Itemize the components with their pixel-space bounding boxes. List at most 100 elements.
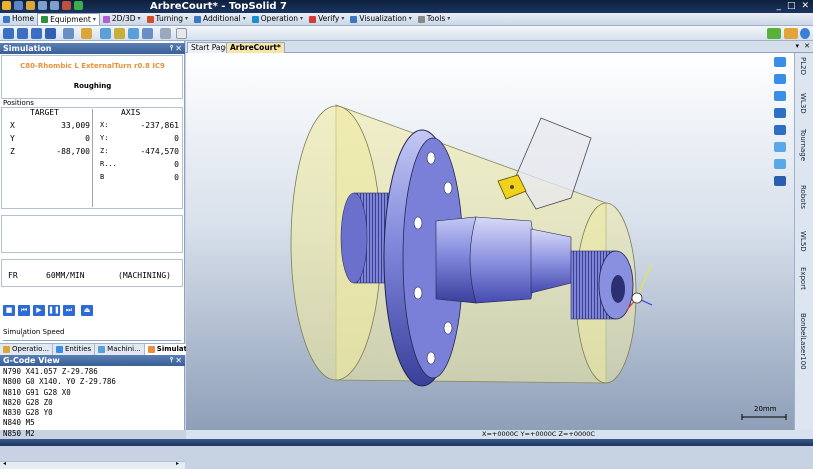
print-icon[interactable] bbox=[62, 1, 71, 10]
close-icon[interactable]: ✕ bbox=[175, 43, 182, 54]
play-button[interactable]: ▶ bbox=[33, 305, 45, 316]
panel-tabs: Operatio... Entities Machini... Simulat... bbox=[0, 343, 199, 355]
target-axis-label: Z bbox=[10, 147, 15, 156]
close-button[interactable]: ✕ bbox=[801, 0, 809, 13]
eject-button[interactable]: ⏏ bbox=[81, 305, 93, 316]
dropdown-icon[interactable]: ▾ bbox=[243, 13, 246, 25]
panel-tab-label: Operatio... bbox=[12, 345, 49, 353]
right-tab-wl3d[interactable]: WL3D bbox=[799, 93, 807, 114]
tab-icon bbox=[417, 15, 425, 23]
help-icon[interactable] bbox=[800, 28, 810, 39]
refresh-icon[interactable] bbox=[74, 1, 83, 10]
tab-2d-3d[interactable]: 2D/3D ▾ bbox=[100, 13, 144, 25]
tool-icon[interactable] bbox=[100, 28, 111, 39]
tool-icon[interactable] bbox=[114, 28, 125, 39]
tool-icon[interactable] bbox=[142, 28, 153, 39]
tab-home[interactable]: Home bbox=[0, 13, 37, 25]
dropdown-icon[interactable]: ▾ bbox=[300, 13, 303, 25]
tool-name: C80-Rhombic L ExternalTurn r0.8 IC9 bbox=[20, 62, 165, 70]
pan-icon[interactable] bbox=[774, 57, 786, 67]
title-bar: ArbreCourt* - TopSolid 7 _ □ ✕ bbox=[0, 0, 813, 13]
dropdown-icon[interactable]: ▾ bbox=[409, 13, 412, 25]
tab-label: Turning bbox=[155, 14, 184, 23]
tab-dropdown-icon[interactable]: ▾ bbox=[795, 42, 799, 50]
dropdown-icon[interactable]: ▾ bbox=[447, 13, 450, 25]
panel-tab-entities[interactable]: Entities bbox=[53, 344, 96, 355]
tab-label: Visualization bbox=[359, 14, 407, 23]
save-icon[interactable] bbox=[14, 1, 23, 10]
tool-icon[interactable] bbox=[3, 28, 14, 39]
right-tab-tournage[interactable]: Tournage bbox=[799, 129, 807, 161]
scroll-left-icon[interactable]: ◂ bbox=[3, 460, 6, 467]
zoom-out-icon[interactable] bbox=[774, 159, 786, 169]
tab-verify[interactable]: Verify ▾ bbox=[306, 13, 347, 25]
gcode-line: N840 M5 bbox=[3, 418, 35, 428]
os-taskbar bbox=[0, 439, 813, 446]
rewind-button[interactable]: ⏮ bbox=[18, 305, 30, 316]
tab-equipment[interactable]: Equipment ▾ bbox=[37, 13, 100, 25]
tool-icon[interactable] bbox=[17, 28, 28, 39]
tool-icon[interactable] bbox=[81, 28, 92, 39]
panel-tab-machini[interactable]: Machini... bbox=[95, 344, 145, 355]
tab-turning[interactable]: Turning ▾ bbox=[144, 13, 192, 25]
dropdown-icon[interactable]: ▾ bbox=[93, 14, 96, 26]
pin-icon[interactable]: ⫯ bbox=[170, 43, 173, 54]
tab-label: Start Page bbox=[191, 43, 230, 52]
right-tab-wl5d[interactable]: WL5D bbox=[799, 231, 807, 252]
settings-icon[interactable] bbox=[784, 28, 798, 39]
ribbon-toolbar bbox=[0, 26, 813, 41]
panel-title: Simulation bbox=[3, 44, 52, 53]
rotate-icon[interactable] bbox=[774, 74, 786, 84]
tool-icon[interactable] bbox=[128, 28, 139, 39]
3d-viewport[interactable]: 20mm bbox=[186, 53, 794, 430]
tab-additional[interactable]: Additional ▾ bbox=[191, 13, 249, 25]
view-cube-icon[interactable] bbox=[774, 125, 786, 135]
stop-button[interactable]: ■ bbox=[3, 305, 15, 316]
display-mode-icon[interactable] bbox=[774, 176, 786, 186]
dropdown-icon[interactable]: ▾ bbox=[185, 13, 188, 25]
right-tab-robots[interactable]: Robots bbox=[799, 185, 807, 209]
tool-icon[interactable] bbox=[31, 28, 42, 39]
undo-icon[interactable] bbox=[38, 1, 47, 10]
tool-icon[interactable] bbox=[45, 28, 56, 39]
tab-operation[interactable]: Operation ▾ bbox=[249, 13, 306, 25]
zoom-icon[interactable] bbox=[774, 91, 786, 101]
target-axis-label: Y bbox=[10, 134, 15, 143]
operation-mode: Roughing bbox=[73, 82, 112, 90]
view-toggle-icon[interactable] bbox=[767, 28, 781, 39]
ribbon-tabs: Home Equipment ▾ 2D/3D ▾ Turning ▾ Additional ▾ O… bbox=[0, 13, 813, 26]
tab-arbrecourt[interactable]: ArbreCourt* bbox=[226, 42, 285, 53]
slider-thumb[interactable]: ∨ bbox=[21, 333, 25, 339]
tab-tools[interactable]: Tools ▾ bbox=[415, 13, 454, 25]
gcode-scrollbar[interactable]: ◂ ▸ bbox=[0, 460, 185, 469]
tab-icon bbox=[251, 15, 259, 23]
minimize-button[interactable]: _ bbox=[776, 0, 781, 13]
panel-tab-operatio[interactable]: Operatio... bbox=[0, 344, 53, 355]
gcode-line: N810 G91 G28 X0 bbox=[3, 387, 71, 397]
right-tab-strip: PL2D WL3D Tournage Robots WL5D Export BonbelLa… bbox=[794, 53, 813, 430]
tool-icon[interactable] bbox=[63, 28, 74, 39]
fast-forward-button[interactable]: ⏭ bbox=[63, 305, 75, 316]
scroll-right-icon[interactable]: ▸ bbox=[176, 460, 179, 467]
zoom-in-icon[interactable] bbox=[774, 142, 786, 152]
right-tab-pl2d[interactable]: PL2D bbox=[799, 57, 807, 75]
right-tab-bonbellaser100[interactable]: BonbelLaser100 bbox=[799, 313, 807, 370]
gcode-text[interactable]: N790 X41.057 Z-29.786 N800 G0 X140. Y0 Z-… bbox=[0, 365, 185, 462]
tab-visualization[interactable]: Visualization ▾ bbox=[347, 13, 414, 25]
tool-icon[interactable] bbox=[176, 28, 187, 39]
tab-label: Tools bbox=[426, 14, 446, 23]
tool-icon[interactable] bbox=[160, 28, 171, 39]
open-icon[interactable] bbox=[26, 1, 35, 10]
close-document-icon[interactable]: ✕ bbox=[804, 42, 810, 50]
dropdown-icon[interactable]: ▾ bbox=[138, 13, 141, 25]
dropdown-icon[interactable]: ▾ bbox=[341, 13, 344, 25]
redo-icon[interactable] bbox=[50, 1, 59, 10]
gcode-line: N800 G0 X140. Y0 Z-29.786 bbox=[3, 377, 116, 387]
fit-view-icon[interactable] bbox=[774, 108, 786, 118]
right-tab-export[interactable]: Export bbox=[799, 267, 807, 290]
app-logo-icon[interactable] bbox=[2, 1, 11, 10]
simulation-speed-slider[interactable]: ∨ bbox=[3, 333, 181, 341]
maximize-button[interactable]: □ bbox=[787, 0, 796, 13]
pause-button[interactable]: ❚❚ bbox=[48, 305, 60, 316]
axis-label: B bbox=[100, 173, 105, 181]
